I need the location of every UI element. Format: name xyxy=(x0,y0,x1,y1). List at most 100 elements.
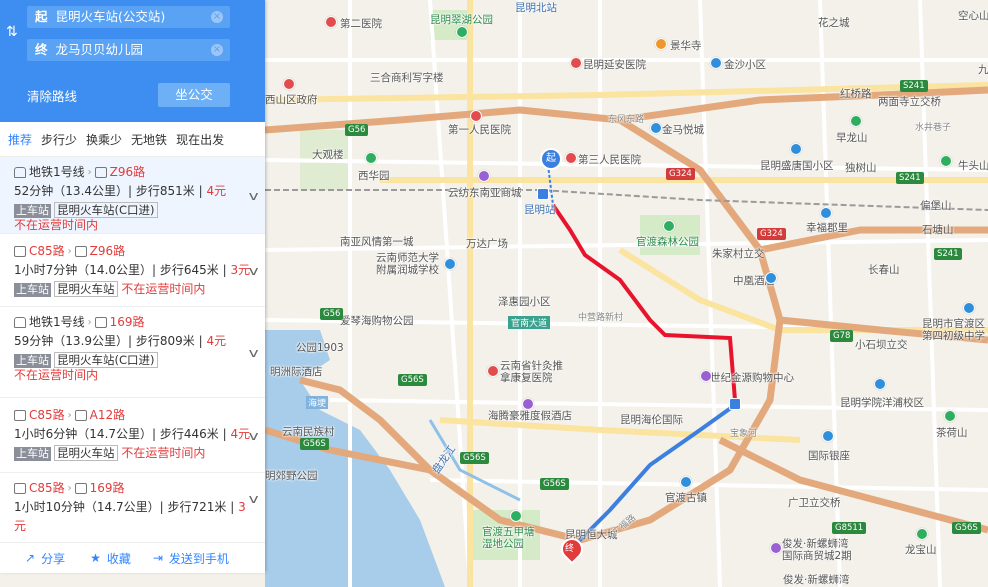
send-to-phone-button[interactable]: ⇥ 发送到手机 xyxy=(153,550,229,567)
map-label[interactable]: 海埂 xyxy=(306,396,329,409)
chevron-down-icon[interactable]: v xyxy=(248,344,258,363)
map-label[interactable]: 官渡古镇 xyxy=(665,490,707,505)
map-label[interactable]: 海腾豪雅度假酒店 xyxy=(488,408,572,423)
route-item[interactable]: C85路 › A12路 1小时6分钟（14.7公里）| 步行446米 | 4元 上车… xyxy=(0,398,265,473)
map-label[interactable]: 昆明站 xyxy=(524,202,556,217)
residential-icon[interactable] xyxy=(820,207,832,219)
chevron-down-icon[interactable]: v xyxy=(248,490,258,509)
mountain-icon[interactable] xyxy=(944,410,956,422)
map-label[interactable]: 云南民族村 xyxy=(282,424,335,439)
map-label[interactable]: 官渡森林公园 xyxy=(636,234,699,249)
map-label[interactable]: 景华寺 xyxy=(670,38,702,53)
map-label[interactable]: 昆明学院洋浦校区 xyxy=(840,395,924,410)
hospital-icon[interactable] xyxy=(470,110,482,122)
map-label[interactable]: 俊发·新螺蛳湾 xyxy=(783,572,849,587)
mountain-icon[interactable] xyxy=(940,155,952,167)
map-label[interactable]: 小石坝立交 xyxy=(855,337,908,352)
shopping-icon[interactable] xyxy=(700,370,712,382)
school-icon[interactable] xyxy=(444,258,456,270)
park-icon[interactable] xyxy=(365,152,377,164)
map-label[interactable]: 茶荷山 xyxy=(936,425,968,440)
map-label[interactable]: 广卫立交桥 xyxy=(788,495,841,510)
map-label[interactable]: 官南大道 xyxy=(508,316,551,329)
school-icon[interactable] xyxy=(963,302,975,314)
map-label[interactable]: 幸福郡里 xyxy=(806,220,848,235)
shopping-icon[interactable] xyxy=(770,542,782,554)
residential-icon[interactable] xyxy=(822,430,834,442)
park-icon[interactable] xyxy=(663,220,675,232)
map-label[interactable]: 朱家村立交 xyxy=(712,246,765,261)
hospital-icon[interactable] xyxy=(570,57,582,69)
map-label[interactable]: 中营路新村 xyxy=(578,310,623,323)
route-item[interactable]: C85路 › Z96路 1小时7分钟（14.0公里）| 步行645米 | 3元 上车… xyxy=(0,234,265,307)
scenic-icon[interactable] xyxy=(680,476,692,488)
shopping-icon[interactable] xyxy=(650,122,662,134)
map-label[interactable]: 第三人民医院 xyxy=(578,152,641,167)
tab-less-transfer[interactable]: 换乘少 xyxy=(84,131,124,148)
hospital-icon[interactable] xyxy=(325,16,337,28)
map-label[interactable]: 空心山 xyxy=(958,8,988,23)
hospital-icon[interactable] xyxy=(283,78,295,90)
route-item[interactable]: 地铁1号线 › 169路 59分钟（13.9公里）| 步行809米 | 4元 上车站… xyxy=(0,307,265,398)
map-label[interactable]: 偏堡山 xyxy=(920,198,952,213)
map-label[interactable]: 昆明市官渡区第四初级中学 xyxy=(922,318,988,342)
map-label[interactable]: 三合商利写字楼 xyxy=(370,70,444,85)
map-label[interactable]: 龙宝山 xyxy=(905,542,937,557)
map-label[interactable]: 昆明延安医院 xyxy=(583,57,646,72)
subway-station-icon[interactable] xyxy=(537,188,549,200)
end-input[interactable]: 终龙马贝贝幼儿园 × xyxy=(27,39,230,61)
school-icon[interactable] xyxy=(874,378,886,390)
mountain-icon[interactable] xyxy=(916,528,928,540)
map-label[interactable]: 云南省针灸推拿康复医院 xyxy=(500,360,565,384)
map-label[interactable]: 第一人民医院 xyxy=(448,122,511,137)
collect-button[interactable]: ★ 收藏 xyxy=(90,550,131,567)
map-label[interactable]: 昆明翠湖公园 xyxy=(430,12,493,27)
chevron-down-icon[interactable]: v xyxy=(248,427,258,446)
map-label[interactable]: 公园1903 xyxy=(296,340,344,355)
park-icon[interactable] xyxy=(510,510,522,522)
route-item[interactable]: 地铁1号线 › Z96路 52分钟（13.4公里）| 步行851米 | 4元 上车站… xyxy=(0,157,265,234)
take-bus-button[interactable]: 坐公交 xyxy=(158,83,230,107)
hotel-icon[interactable] xyxy=(765,272,777,284)
map-label[interactable]: 泽惠园小区 xyxy=(498,294,551,309)
start-marker[interactable]: 起 xyxy=(540,148,562,170)
chevron-down-icon[interactable]: v xyxy=(248,187,258,206)
start-input[interactable]: 起昆明火车站(公交站) × xyxy=(27,6,230,28)
map-label[interactable]: 明郊野公园 xyxy=(265,468,318,483)
map-label[interactable]: 第二医院 xyxy=(340,16,382,31)
clear-end-icon[interactable]: × xyxy=(211,44,223,56)
map-label[interactable]: 云南师范大学附属润城学校 xyxy=(376,252,446,276)
map-label[interactable]: 明洲际酒店 xyxy=(270,364,323,379)
map-label[interactable]: 宝象河 xyxy=(730,426,757,439)
tab-no-subway[interactable]: 无地铁 xyxy=(129,131,169,148)
map-label[interactable]: 国际银座 xyxy=(808,448,850,463)
hotel-icon[interactable] xyxy=(522,398,534,410)
map-label[interactable]: 两面寺立交桥 xyxy=(878,94,941,109)
hospital-icon[interactable] xyxy=(487,365,499,377)
map-label[interactable]: 昆明盛唐国小区 xyxy=(760,158,834,173)
map-label[interactable]: 大观楼 xyxy=(312,147,344,162)
map-label[interactable]: 水井巷子 xyxy=(915,120,951,133)
hospital-icon[interactable] xyxy=(565,152,577,164)
map-label[interactable]: 官渡五甲塘湿地公园 xyxy=(482,526,542,550)
map-label[interactable]: 东风东路 xyxy=(608,112,644,125)
residential-icon[interactable] xyxy=(710,57,722,69)
tab-less-walk[interactable]: 步行少 xyxy=(39,131,79,148)
temple-icon[interactable] xyxy=(655,38,667,50)
map-label[interactable]: 独树山 xyxy=(845,160,877,175)
share-button[interactable]: ↗ 分享 xyxy=(25,550,65,567)
map-label[interactable]: 石塘山 xyxy=(922,222,954,237)
map-label[interactable]: 红桥路 xyxy=(840,86,872,101)
map-label[interactable]: 南亚风情第一城 xyxy=(340,234,414,249)
residential-icon[interactable] xyxy=(790,143,802,155)
map-label[interactable]: 爱琴海购物公园 xyxy=(340,313,414,328)
bus-transfer-icon[interactable] xyxy=(729,398,741,410)
mountain-icon[interactable] xyxy=(850,115,862,127)
map-label[interactable]: 牛头山 xyxy=(958,158,988,173)
swap-icon[interactable]: ⇅ xyxy=(6,24,18,40)
map-label[interactable]: 西华园 xyxy=(358,168,390,183)
map-label[interactable]: 金马悦城 xyxy=(662,122,704,137)
map-label[interactable]: 昆明海伦国际 xyxy=(620,412,683,427)
map-label[interactable]: 长春山 xyxy=(868,262,900,277)
clear-route-button[interactable]: 清除路线 xyxy=(27,86,77,105)
